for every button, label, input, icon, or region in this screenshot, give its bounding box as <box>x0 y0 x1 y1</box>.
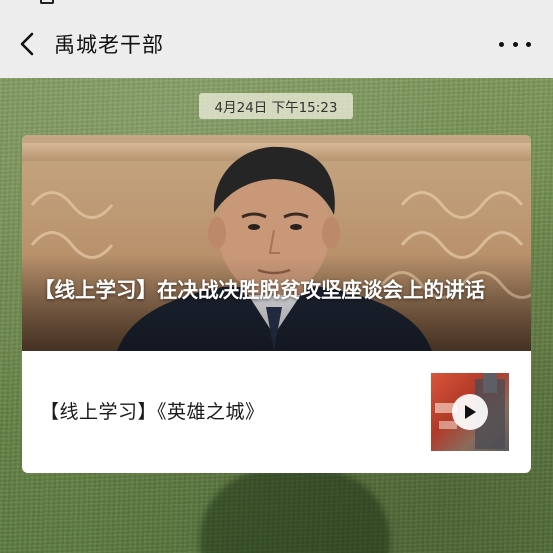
status-bar <box>0 0 553 10</box>
more-dots-icon <box>499 41 504 47</box>
play-icon <box>465 405 476 419</box>
article-list-item[interactable]: 【线上学习】《英雄之城》 <box>22 351 531 473</box>
play-button[interactable] <box>452 394 488 430</box>
article-item-thumbnail[interactable] <box>431 373 509 451</box>
back-button[interactable] <box>14 30 42 58</box>
timestamp-chip: 4月24日 下午15:23 <box>199 93 353 119</box>
more-button[interactable] <box>499 31 531 57</box>
article-item-title[interactable]: 【线上学习】《英雄之城》 <box>40 397 265 424</box>
article-main-title[interactable]: 【线上学习】在决战决胜脱贫攻坚座谈会上的讲话 <box>34 273 524 307</box>
status-icon <box>40 0 54 4</box>
article-card[interactable]: 【线上学习】在决战决胜脱贫攻坚座谈会上的讲话 【线上学习】《英雄之城》 <box>22 135 531 473</box>
page-title: 禹城老干部 <box>54 33 164 57</box>
chevron-left-icon <box>20 32 34 56</box>
nav-bar: 禹城老干部 <box>0 10 553 78</box>
article-cover[interactable]: 【线上学习】在决战决胜脱贫攻坚座谈会上的讲话 <box>22 135 531 351</box>
